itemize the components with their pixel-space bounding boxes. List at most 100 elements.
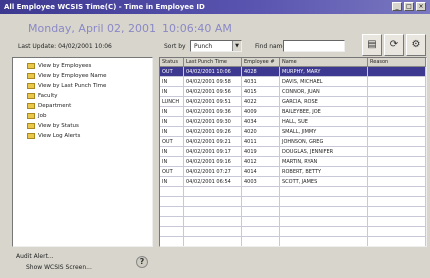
status-cell: IN: [160, 157, 184, 167]
table-row[interactable]: IN 04/02/2001 09:58 4031 DAVIS, MICHAEL: [160, 77, 426, 87]
employee-no-cell: 4028: [242, 67, 280, 77]
employee-grid[interactable]: Status Last Punch Time Employee # Name R…: [159, 57, 427, 247]
tree-item-job[interactable]: Job: [27, 112, 46, 120]
sort-by-select[interactable]: Punch ▼: [190, 40, 242, 52]
employee-no-cell: 4009: [242, 107, 280, 117]
reason-cell: [368, 187, 426, 197]
settings-icon[interactable]: ⚙: [406, 34, 426, 56]
folder-icon: [27, 133, 35, 139]
status-cell: LUNCH: [160, 97, 184, 107]
employee-no-cell: 4012: [242, 157, 280, 167]
reason-cell: [368, 217, 426, 227]
show-screen-link[interactable]: Show WCSIS Screen...: [26, 264, 92, 271]
table-row[interactable]: OUT 04/02/2001 07:27 4014 ROBERT, BETTY: [160, 167, 426, 177]
title-bar[interactable]: All Employee WCSIS Time(C) - Time in Emp…: [0, 0, 430, 14]
folder-icon: [27, 83, 35, 89]
last-punch-cell: 04/02/2001 09:30: [184, 117, 242, 127]
table-row[interactable]: [160, 187, 426, 197]
tree-item-label: Faculty: [38, 93, 58, 99]
sort-by-label: Sort by: [164, 43, 186, 50]
name-cell: CONNOR, JUAN: [280, 87, 368, 97]
table-row[interactable]: IN 04/02/2001 09:17 4019 DOUGLAS, JENNIFER: [160, 147, 426, 157]
table-row[interactable]: IN 04/02/2001 09:26 4020 SMALL, JIMMY: [160, 127, 426, 137]
name-cell: MURPHY, MARY: [280, 67, 368, 77]
status-cell: IN: [160, 127, 184, 137]
table-row[interactable]: LUNCH 04/02/2001 09:51 4022 GARCIA, ROSE: [160, 97, 426, 107]
last-punch-cell: 04/02/2001 09:21: [184, 137, 242, 147]
view-tree[interactable]: View by Employees View by Employee Name …: [12, 57, 153, 247]
last-punch-cell: [184, 227, 242, 237]
chevron-down-icon[interactable]: ▼: [232, 41, 241, 51]
last-punch-cell: 04/02/2001 07:27: [184, 167, 242, 177]
tree-item-view-by-status[interactable]: View by Status: [27, 122, 79, 130]
last-update-label: Last Update: 04/02/2001 10:06: [18, 43, 112, 50]
status-cell: IN: [160, 147, 184, 157]
last-punch-cell: [184, 197, 242, 207]
folder-icon: [27, 113, 35, 119]
column-header-name[interactable]: Name: [280, 58, 368, 67]
tree-item-view-by-employee-name[interactable]: View by Employee Name: [27, 72, 107, 80]
name-cell: DOUGLAS, JENNIFER: [280, 147, 368, 157]
tree-item-faculty[interactable]: Faculty: [27, 92, 57, 100]
table-row[interactable]: IN 04/02/2001 09:30 4034 HALL, SUE: [160, 117, 426, 127]
table-row[interactable]: [160, 217, 426, 227]
reason-cell: [368, 67, 426, 77]
folder-icon: [27, 123, 35, 129]
last-punch-cell: 04/02/2001 09:56: [184, 87, 242, 97]
employee-no-cell: 4014: [242, 167, 280, 177]
find-name-input[interactable]: [283, 40, 345, 52]
tree-item-department[interactable]: Department: [27, 102, 71, 110]
table-row[interactable]: OUT 04/02/2001 10:06 4028 MURPHY, MARY: [160, 67, 426, 77]
current-date: Monday, April 02, 2001: [28, 22, 157, 35]
name-cell: [280, 207, 368, 217]
name-cell: [280, 227, 368, 237]
tree-item-label: View by Employees: [38, 63, 92, 69]
folder-icon: [27, 63, 35, 69]
employee-no-cell: [242, 197, 280, 207]
table-row[interactable]: [160, 237, 426, 246]
help-icon[interactable]: ?: [136, 256, 148, 268]
reason-cell: [368, 147, 426, 157]
name-cell: DAVIS, MICHAEL: [280, 77, 368, 87]
reason-cell: [368, 177, 426, 187]
status-cell: OUT: [160, 67, 184, 77]
column-header-reason[interactable]: Reason: [368, 58, 426, 67]
tree-item-view-by-employees[interactable]: View by Employees: [27, 62, 91, 70]
column-header-employee-no[interactable]: Employee #: [242, 58, 280, 67]
employee-no-cell: [242, 207, 280, 217]
last-punch-cell: 04/02/2001 09:58: [184, 77, 242, 87]
table-row[interactable]: [160, 197, 426, 207]
column-header-last-punch[interactable]: Last Punch Time: [184, 58, 242, 67]
reason-cell: [368, 107, 426, 117]
table-row[interactable]: OUT 04/02/2001 09:21 4011 JOHNSON, GREG: [160, 137, 426, 147]
reason-cell: [368, 137, 426, 147]
status-cell: [160, 237, 184, 246]
audit-alert-link[interactable]: Audit Alert...: [16, 253, 54, 260]
reason-cell: [368, 77, 426, 87]
table-row[interactable]: [160, 227, 426, 237]
name-cell: HALL, SUE: [280, 117, 368, 127]
name-cell: JOHNSON, GREG: [280, 137, 368, 147]
print-icon[interactable]: ▤: [362, 34, 382, 56]
table-row[interactable]: IN 04/02/2001 09:56 4015 CONNOR, JUAN: [160, 87, 426, 97]
column-header-status[interactable]: Status: [160, 58, 184, 67]
table-row[interactable]: [160, 207, 426, 217]
refresh-icon[interactable]: ⟳: [384, 34, 404, 56]
name-cell: SCOTT, JAMES: [280, 177, 368, 187]
maximize-button[interactable]: □: [404, 2, 414, 11]
last-punch-cell: 04/02/2001 09:36: [184, 107, 242, 117]
tree-item-view-by-last-punch[interactable]: View by Last Punch Time: [27, 82, 106, 90]
tree-item-view-log-alerts[interactable]: View Log Alerts: [27, 132, 80, 140]
table-row[interactable]: IN 04/02/2001 09:36 4009 BAILEYBEE, JOE: [160, 107, 426, 117]
minimize-button[interactable]: _: [392, 2, 402, 11]
status-cell: IN: [160, 107, 184, 117]
last-punch-cell: [184, 217, 242, 227]
employee-no-cell: 4019: [242, 147, 280, 157]
employee-no-cell: [242, 217, 280, 227]
folder-icon: [27, 73, 35, 79]
table-row[interactable]: IN 04/02/2001 09:16 4012 MARTIN, RYAN: [160, 157, 426, 167]
close-button[interactable]: ×: [416, 2, 426, 11]
tree-item-label: View by Last Punch Time: [38, 83, 107, 89]
table-row[interactable]: IN 04/02/2001 06:54 4003 SCOTT, JAMES: [160, 177, 426, 187]
employee-no-cell: 4015: [242, 87, 280, 97]
